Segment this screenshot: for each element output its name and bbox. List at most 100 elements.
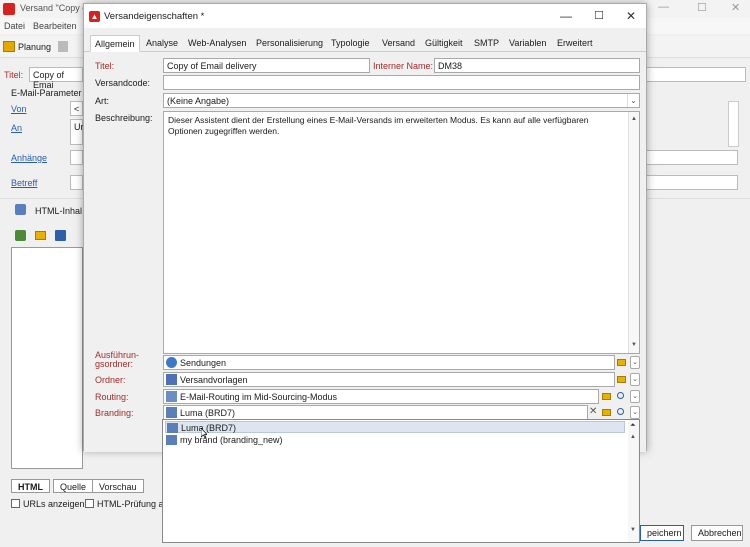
add-icon[interactable]: [15, 230, 26, 241]
tab-erweitert[interactable]: Erweitert: [553, 35, 597, 52]
dialog-titlebar: ▲ Versandeigenschaften * — ☐ ✕: [84, 4, 646, 28]
close-icon[interactable]: ✕: [731, 1, 740, 14]
folder-icon[interactable]: [602, 393, 611, 400]
ordner-field[interactable]: Versandvorlagen: [163, 372, 615, 387]
routing-field[interactable]: E-Mail-Routing im Mid-Sourcing-Modus: [163, 389, 599, 404]
bg-an-input[interactable]: Ur: [70, 119, 84, 145]
titel-input[interactable]: Copy of Email delivery: [163, 58, 370, 73]
minimize-icon[interactable]: —: [556, 8, 576, 24]
bg-link-betreff[interactable]: Betreff: [11, 178, 37, 188]
chevron-down-icon[interactable]: ⌄: [630, 373, 640, 386]
tab-gueltigkeit[interactable]: Gültigkeit: [421, 35, 467, 52]
toolbar-planung[interactable]: Planung: [18, 42, 51, 52]
html-content-icon: [15, 204, 26, 215]
bg-von-input[interactable]: <: [70, 101, 83, 116]
bg-betreff-input[interactable]: [70, 175, 83, 190]
tab-smtp[interactable]: SMTP: [470, 35, 503, 52]
scroll-down-icon[interactable]: ▼: [631, 340, 637, 351]
close-icon[interactable]: ✕: [621, 8, 641, 24]
dialog-title: Versandeigenschaften *: [104, 11, 205, 22]
bg-email-params-label: E-Mail-Parameter: [11, 88, 82, 98]
dropdown-scrollbar[interactable]: ⏶ ▲ ▼: [628, 420, 639, 542]
app-logo-icon: ▲: [89, 11, 100, 22]
art-label: Art:: [95, 96, 110, 106]
beschreibung-textarea[interactable]: Dieser Assistent dient der Erstellung ei…: [163, 111, 640, 354]
folder-open-icon[interactable]: [35, 231, 46, 240]
chevron-down-icon[interactable]: ⌄: [627, 94, 639, 107]
bg-titel-input-right[interactable]: [645, 67, 746, 82]
chevron-down-icon[interactable]: ⌄: [630, 390, 640, 403]
menu-bearbeiten[interactable]: Bearbeiten: [33, 21, 77, 31]
tab-allgemein[interactable]: Allgemein: [90, 35, 140, 52]
tab-analyse[interactable]: Analyse: [142, 35, 182, 52]
branding-field[interactable]: Luma (BRD7): [163, 405, 588, 420]
bg-checkbox-html-check[interactable]: HTML-Prüfung a: [85, 499, 164, 509]
branding-label: Branding:: [95, 408, 134, 418]
chevron-down-icon[interactable]: ⌄: [630, 406, 640, 419]
branding-icon: [166, 435, 177, 445]
copy-icon[interactable]: [58, 41, 68, 52]
ausfuehrungsordner-field[interactable]: Sendungen: [163, 355, 615, 370]
tab-panel-allgemein: Titel: Copy of Email delivery Interner N…: [84, 52, 646, 452]
clear-icon[interactable]: ✕: [589, 406, 597, 417]
versandcode-input[interactable]: [163, 75, 640, 90]
beschreibung-scrollbar[interactable]: ▲ ▼: [628, 112, 639, 353]
maximize-icon[interactable]: ☐: [589, 8, 609, 24]
bg-html-editor[interactable]: [11, 247, 83, 469]
sendungen-icon: [166, 357, 177, 368]
bg-tab-html[interactable]: HTML: [11, 479, 50, 493]
branding-dropdown-list[interactable]: Luma (BRD7) my brand (branding_new) ⏶ ▲ …: [162, 419, 640, 543]
bg-save-button[interactable]: peichern: [640, 525, 684, 541]
chevron-down-icon[interactable]: ⌄: [630, 356, 640, 369]
menu-datei[interactable]: Datei: [4, 21, 25, 31]
bg-tab-vorschau[interactable]: Vorschau: [92, 479, 144, 493]
app-logo-icon: [3, 3, 15, 15]
tab-web-analysen[interactable]: Web-Analysen: [184, 35, 250, 52]
bg-link-an[interactable]: An: [11, 123, 22, 133]
search-icon[interactable]: [617, 408, 624, 415]
tab-versand[interactable]: Versand: [378, 35, 419, 52]
dropdown-item-my-brand[interactable]: my brand (branding_new): [165, 434, 625, 446]
interner-name-label: Interner Name:: [373, 61, 434, 71]
mouse-cursor-icon: [201, 428, 207, 438]
maximize-icon[interactable]: ☐: [697, 1, 707, 14]
scroll-down-icon[interactable]: ▼: [630, 527, 636, 533]
scroll-top-icon[interactable]: ⏶: [630, 422, 636, 430]
titel-label: Titel:: [95, 61, 115, 71]
bg-checkbox-urls[interactable]: URLs anzeigen: [11, 499, 85, 509]
routing-icon: [166, 391, 177, 402]
minimize-icon[interactable]: —: [658, 1, 669, 13]
bg-cancel-button[interactable]: Abbrechen: [691, 525, 743, 541]
tab-personalisierung[interactable]: Personalisierung: [252, 35, 327, 52]
folder-icon[interactable]: [602, 409, 611, 416]
calendar-icon: [3, 41, 15, 52]
bg-betreff-input-right[interactable]: [645, 175, 738, 190]
search-icon[interactable]: [617, 392, 624, 399]
scroll-up-icon[interactable]: ▲: [631, 114, 637, 125]
dropdown-item-luma[interactable]: Luma (BRD7): [165, 421, 625, 433]
art-select[interactable]: (Keine Angabe) ⌄: [163, 93, 640, 108]
bg-anhaenge-input-right[interactable]: [645, 150, 738, 165]
ordner-label: Ordner:: [95, 375, 126, 385]
tab-typologie[interactable]: Typologie: [327, 35, 374, 52]
bg-an-scrollbar[interactable]: [728, 101, 739, 147]
bg-html-content-label: HTML-Inhal: [35, 206, 83, 216]
bg-link-anhaenge[interactable]: Anhänge: [11, 153, 47, 163]
bg-tab-quelle[interactable]: Quelle: [53, 479, 94, 493]
versandcode-label: Versandcode:: [95, 78, 151, 88]
scroll-up-icon[interactable]: ▲: [630, 434, 636, 440]
save-icon[interactable]: [55, 230, 66, 241]
folder-icon[interactable]: [617, 359, 626, 366]
properties-dialog: ▲ Versandeigenschaften * — ☐ ✕ Allgemein…: [83, 3, 647, 452]
dialog-tabbar: Allgemein Analyse Web-Analysen Personali…: [84, 35, 646, 52]
bg-link-von[interactable]: Von: [11, 104, 27, 114]
folder-icon[interactable]: [617, 376, 626, 383]
bg-anhaenge-input[interactable]: [70, 150, 83, 165]
templates-folder-icon: [166, 374, 177, 385]
routing-label: Routing:: [95, 392, 129, 402]
interner-name-input[interactable]: DM38: [434, 58, 640, 73]
background-window-title: Versand "Copy o: [20, 3, 88, 13]
bg-titel-input[interactable]: Copy of Emai: [29, 67, 83, 90]
ausfuehrungsordner-label-2: gsordner:: [95, 359, 134, 369]
tab-variablen[interactable]: Variablen: [505, 35, 550, 52]
